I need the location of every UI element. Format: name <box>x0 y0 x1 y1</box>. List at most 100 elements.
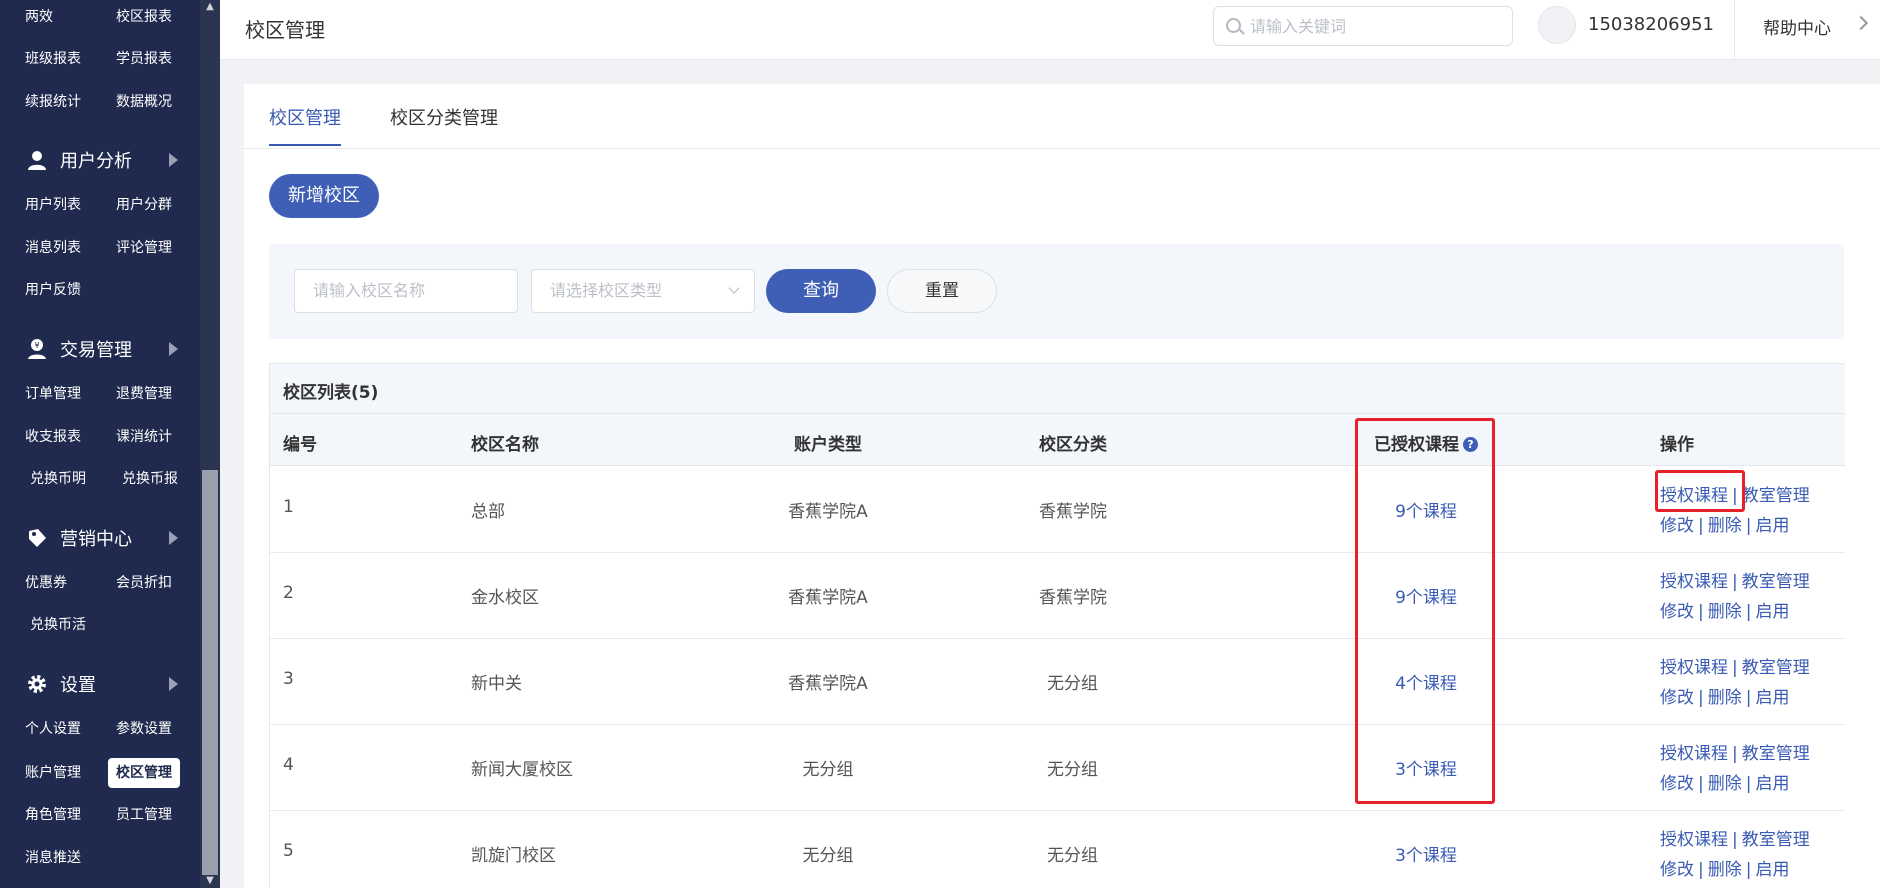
edit-link[interactable]: 修改 <box>1660 688 1694 708</box>
sidebar-item[interactable]: 学员报表 <box>108 44 180 74</box>
cell-id: 5 <box>283 841 294 861</box>
sidebar-row: 订单管理 退费管理 <box>0 379 200 409</box>
reset-button[interactable]: 重置 <box>887 269 997 313</box>
classroom-link[interactable]: 教室管理 <box>1742 830 1810 850</box>
sidebar-section-label: 交易管理 <box>60 340 132 361</box>
sidebar-item[interactable]: 消息推送 <box>17 843 89 873</box>
sidebar-item[interactable]: 用户分群 <box>108 190 180 220</box>
filter-panel: 请输入校区名称 请选择校区类型 查询 重置 <box>269 244 1844 339</box>
help-center-link[interactable]: 帮助中心 <box>1763 14 1831 39</box>
cell-category: 香蕉学院 <box>1039 588 1107 608</box>
scrollbar-thumb[interactable] <box>202 470 218 875</box>
user-phone[interactable]: 15038206951 <box>1588 14 1714 35</box>
separator: | <box>1745 688 1752 708</box>
classroom-link[interactable]: 教室管理 <box>1742 658 1810 678</box>
classroom-link[interactable]: 教室管理 <box>1742 486 1810 506</box>
tab-campus-category[interactable]: 校区分类管理 <box>390 104 498 144</box>
sidebar-item[interactable]: 用户列表 <box>17 190 89 220</box>
classroom-link[interactable]: 教室管理 <box>1742 744 1810 764</box>
chevron-right-icon[interactable] <box>1853 15 1869 31</box>
campus-name-input[interactable]: 请输入校区名称 <box>294 269 518 313</box>
sidebar-item[interactable]: 账户管理 <box>17 758 89 788</box>
separator: | <box>1698 774 1704 794</box>
row-actions: 授权课程 | 教室管理 修改 | 删除 | 启用 <box>1660 739 1810 799</box>
sidebar-item[interactable]: 评论管理 <box>108 233 180 263</box>
authorize-course-link[interactable]: 授权课程 <box>1660 830 1728 850</box>
sidebar-item[interactable]: 校区报表 <box>108 2 180 32</box>
enable-link[interactable]: 启用 <box>1755 516 1789 536</box>
classroom-link[interactable]: 教室管理 <box>1742 572 1810 592</box>
sidebar-item-campus-management[interactable]: 校区管理 <box>108 758 180 788</box>
sidebar-item[interactable]: 班级报表 <box>17 44 89 74</box>
page-title: 校区管理 <box>245 18 325 42</box>
sidebar-item[interactable]: 兑换币明 <box>22 464 94 494</box>
edit-link[interactable]: 修改 <box>1660 602 1694 622</box>
caret-right-icon <box>169 677 178 691</box>
sidebar-item[interactable]: 角色管理 <box>17 800 89 830</box>
cell-courses-link[interactable]: 3个课程 <box>1395 841 1457 866</box>
campus-type-select[interactable]: 请选择校区类型 <box>531 269 755 313</box>
separator: | <box>1745 602 1752 622</box>
sidebar-item[interactable]: 两效 <box>17 2 61 32</box>
add-campus-button[interactable]: 新增校区 <box>269 174 379 218</box>
sidebar-item[interactable]: 消息列表 <box>17 233 89 263</box>
separator: | <box>1732 486 1738 506</box>
delete-link[interactable]: 删除 <box>1708 602 1742 622</box>
edit-link[interactable]: 修改 <box>1660 860 1694 880</box>
sidebar-item[interactable]: 退费管理 <box>108 379 180 409</box>
delete-link[interactable]: 删除 <box>1708 774 1742 794</box>
enable-link[interactable]: 启用 <box>1755 602 1789 622</box>
header-authorized-courses-label: 已授权课程 <box>1374 435 1459 455</box>
search-box[interactable] <box>1213 6 1513 46</box>
sidebar-section-settings[interactable]: 设置 <box>0 663 200 703</box>
sidebar-item[interactable]: 参数设置 <box>108 714 180 744</box>
sidebar-section-user-analysis[interactable]: 用户分析 <box>0 139 200 179</box>
sidebar-item[interactable]: 兑换币活 <box>22 610 94 640</box>
sidebar-item[interactable]: 数据概况 <box>108 87 180 117</box>
cell-courses-link[interactable]: 3个课程 <box>1395 755 1457 780</box>
enable-link[interactable]: 启用 <box>1755 774 1789 794</box>
cell-account-type: 无分组 <box>802 846 854 866</box>
scroll-down-icon[interactable]: ▼ <box>200 874 220 888</box>
sidebar-item[interactable]: 用户反馈 <box>17 275 89 305</box>
cell-courses-link[interactable]: 9个课程 <box>1395 583 1457 608</box>
sidebar-scrollbar[interactable]: ▲ ▼ <box>200 0 220 888</box>
scroll-up-icon[interactable]: ▲ <box>200 0 220 14</box>
authorize-course-link[interactable]: 授权课程 <box>1660 744 1728 764</box>
delete-link[interactable]: 删除 <box>1708 516 1742 536</box>
enable-link[interactable]: 启用 <box>1755 860 1789 880</box>
sidebar-item[interactable]: 个人设置 <box>17 714 89 744</box>
sidebar-section-marketing[interactable]: 营销中心 <box>0 517 200 557</box>
search-input[interactable] <box>1250 13 1500 39</box>
query-button[interactable]: 查询 <box>766 269 876 313</box>
delete-link[interactable]: 删除 <box>1708 688 1742 708</box>
table-header: 编号 校区名称 账户类型 校区分类 已授权课程? 操作 <box>270 414 1845 466</box>
authorize-course-link[interactable]: 授权课程 <box>1660 486 1728 506</box>
cell-category: 无分组 <box>1047 674 1098 694</box>
sidebar-item[interactable]: 兑换币报 <box>114 464 186 494</box>
top-header: 校区管理 15038206951 帮助中心 <box>220 0 1880 60</box>
sidebar-item[interactable]: 课消统计 <box>108 422 180 452</box>
question-icon[interactable]: ? <box>1463 437 1478 452</box>
edit-link[interactable]: 修改 <box>1660 774 1694 794</box>
avatar[interactable] <box>1538 6 1576 44</box>
enable-link[interactable]: 启用 <box>1755 688 1789 708</box>
sidebar-section-trade[interactable]: ¥ 交易管理 <box>0 328 200 368</box>
sidebar-item[interactable]: 会员折扣 <box>108 568 180 598</box>
delete-link[interactable]: 删除 <box>1708 860 1742 880</box>
sidebar-row: 两效 校区报表 <box>0 2 200 32</box>
sidebar-item[interactable]: 订单管理 <box>17 379 89 409</box>
authorize-course-link[interactable]: 授权课程 <box>1660 658 1728 678</box>
tab-campus-management[interactable]: 校区管理 <box>269 104 341 146</box>
cell-account-type: 香蕉学院A <box>788 674 868 694</box>
cell-courses-link[interactable]: 4个课程 <box>1395 669 1457 694</box>
sidebar-item[interactable]: 续报统计 <box>17 87 89 117</box>
sidebar-item[interactable]: 员工管理 <box>108 800 180 830</box>
authorize-course-link[interactable]: 授权课程 <box>1660 572 1728 592</box>
cell-courses-link[interactable]: 9个课程 <box>1395 497 1457 522</box>
separator: | <box>1698 602 1704 622</box>
sidebar-item[interactable]: 优惠券 <box>17 568 75 598</box>
table-row: 3 新中关 香蕉学院A 无分组 4个课程 授权课程 | 教室管理 修改 | 删除 | 启用 <box>270 639 1845 725</box>
sidebar-item[interactable]: 收支报表 <box>17 422 89 452</box>
edit-link[interactable]: 修改 <box>1660 516 1694 536</box>
